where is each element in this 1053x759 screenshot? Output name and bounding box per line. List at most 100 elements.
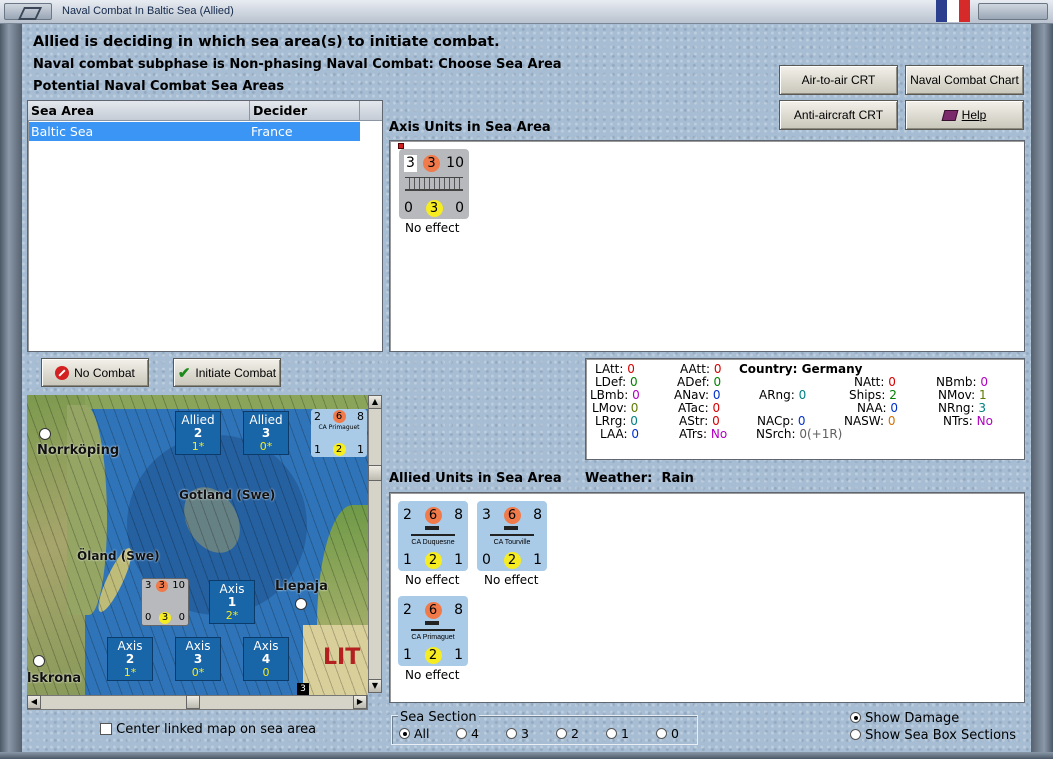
radio-2[interactable]: 2 (556, 726, 606, 741)
col-decider[interactable]: Decider (250, 101, 360, 120)
counter-value: 8 (454, 602, 463, 618)
show-sea-box-option[interactable]: Show Sea Box Sections (850, 728, 1016, 743)
mini-value: 8 (357, 410, 364, 423)
map-allied-counter[interactable]: 268 CA Primaguet 121 (311, 409, 367, 457)
axis-unit-counter[interactable]: 3 3 10 030 (398, 143, 469, 219)
stat-ntrs: NTrs: No (943, 414, 993, 428)
radio-3[interactable]: 3 (506, 726, 556, 741)
radio-all[interactable]: All (399, 726, 456, 741)
axis-units-panel: 3 3 10 030 No effect (389, 140, 1025, 352)
sea-box-allied-3[interactable]: Allied 3 0* (243, 411, 289, 455)
map-axis-counter[interactable]: 3 3 10 030 (141, 578, 189, 626)
show-sea-box-label: Show Sea Box Sections (865, 728, 1017, 743)
center-map-label: Center linked map on sea area (116, 722, 317, 737)
checkbox-box[interactable] (100, 723, 112, 735)
cell-decider: France (251, 124, 293, 139)
radio-button[interactable] (850, 729, 861, 740)
radio-label: 4 (470, 726, 479, 741)
allied-unit-counter[interactable]: 368 CA Tourville 021 (477, 501, 547, 571)
stat-nacp: NACp: 0 (757, 414, 806, 428)
table-row[interactable]: Baltic Sea France (29, 122, 360, 141)
initiate-combat-label: Initiate Combat (195, 365, 277, 380)
map-vertical-scrollbar[interactable]: ▲ ▼ (368, 395, 382, 693)
table-header: Sea Area Decider (28, 101, 382, 121)
counter-bottom-row: 021 (477, 552, 547, 569)
allied-unit-counter[interactable]: 268 CA Duquesne 121 (398, 501, 468, 571)
help-book-icon (941, 109, 959, 121)
radio-button[interactable] (656, 728, 667, 739)
ship-silhouette-icon (405, 177, 463, 191)
stat-value: 1 (978, 388, 987, 402)
counter-bottom-row: 030 (399, 200, 469, 217)
help-button[interactable]: Help (905, 100, 1024, 130)
checkmark-icon: ✔ (177, 364, 191, 382)
show-damage-label: Show Damage (865, 711, 960, 726)
col-sea-area[interactable]: Sea Area (28, 101, 250, 120)
sea-box-axis-2[interactable]: Axis 2 1* (107, 637, 153, 681)
stat-nasw: NASW: 0 (844, 414, 896, 428)
sea-box-sub: 1* (123, 666, 137, 679)
allied-unit-counter[interactable]: 268 CA Primaguet 121 (398, 596, 468, 666)
counter-value: 2 (403, 602, 412, 618)
stat-lbmb: LBmb: 0 (590, 388, 640, 402)
sea-box-axis-3[interactable]: Axis 3 0* (175, 637, 221, 681)
title-bar: Naval Combat In Baltic Sea (Allied) (0, 0, 1053, 24)
stat-latt: LAtt: 0 (595, 362, 635, 376)
radio-button[interactable] (506, 728, 517, 739)
frame-right (1031, 24, 1053, 759)
sea-box-axis-1[interactable]: Axis 1 2* (209, 580, 255, 624)
radio-0[interactable]: 0 (656, 726, 696, 741)
radio-button[interactable] (850, 712, 861, 723)
stat-value: 0 (712, 388, 721, 402)
radio-button[interactable] (399, 728, 410, 739)
country-value: Germany (801, 362, 863, 376)
anti-aircraft-crt-button[interactable]: Anti-aircraft CRT (779, 100, 898, 130)
naval-combat-chart-button[interactable]: Naval Combat Chart (905, 65, 1024, 95)
counter-value: 1 (403, 647, 412, 663)
scroll-down-icon[interactable]: ▼ (368, 679, 382, 693)
stat-anav: ANav: 0 (674, 388, 721, 402)
counter-value: 0 (482, 552, 491, 568)
map-label-norrkoping: Norrköping (37, 443, 120, 458)
map-corner-counter: 3 (297, 683, 309, 695)
stat-naa: NAA: 0 (857, 401, 899, 415)
sea-box-number: 1 (227, 595, 237, 609)
initiate-combat-button[interactable]: ✔ Initiate Combat (173, 358, 281, 387)
scroll-up-icon[interactable]: ▲ (368, 395, 382, 409)
stat-nrng: NRng: 3 (938, 401, 987, 415)
frame-bottom (0, 752, 1053, 759)
sea-box-axis-4[interactable]: Axis 4 0 (243, 637, 289, 681)
show-damage-option[interactable]: Show Damage (850, 711, 959, 726)
window-controls[interactable] (978, 3, 1048, 20)
stat-ships: Ships: 2 (849, 388, 897, 402)
no-combat-button[interactable]: No Combat (41, 358, 149, 387)
scroll-thumb[interactable] (368, 465, 382, 481)
radio-label: 3 (520, 726, 529, 741)
allied-units-label: Allied Units in Sea Area (389, 471, 562, 486)
counter-value: 3 (404, 155, 417, 172)
scroll-thumb[interactable] (186, 695, 200, 709)
radio-button[interactable] (456, 728, 467, 739)
radio-button[interactable] (556, 728, 567, 739)
air-to-air-crt-label: Air-to-air CRT (801, 73, 876, 87)
sea-box-number: 4 (261, 652, 271, 666)
weather-label: Weather: (585, 471, 653, 486)
air-to-air-crt-button[interactable]: Air-to-air CRT (779, 65, 898, 95)
radio-1[interactable]: 1 (606, 726, 656, 741)
scroll-left-icon[interactable]: ◀ (27, 695, 41, 709)
scroll-right-icon[interactable]: ▶ (353, 695, 367, 709)
radio-label: 0 (670, 726, 679, 741)
map-horizontal-scrollbar[interactable]: ◀ ▶ (27, 695, 368, 710)
stat-value: 0 (627, 362, 635, 376)
linked-map[interactable]: Norrköping Gotland (Swe) Öland (Swe) Lie… (27, 395, 368, 695)
counter-value: 1 (403, 552, 412, 568)
sea-box-allied-2[interactable]: Allied 2 1* (175, 411, 221, 455)
axis-effect-text: No effect (405, 221, 460, 235)
radio-button[interactable] (606, 728, 617, 739)
window-menu-icon[interactable] (4, 3, 52, 20)
radio-4[interactable]: 4 (456, 726, 506, 741)
stat-atac: ATac: 0 (678, 401, 721, 415)
france-flag-icon (936, 0, 970, 22)
center-map-checkbox[interactable]: Center linked map on sea area (100, 722, 316, 737)
sea-box-number: 2 (193, 426, 203, 440)
